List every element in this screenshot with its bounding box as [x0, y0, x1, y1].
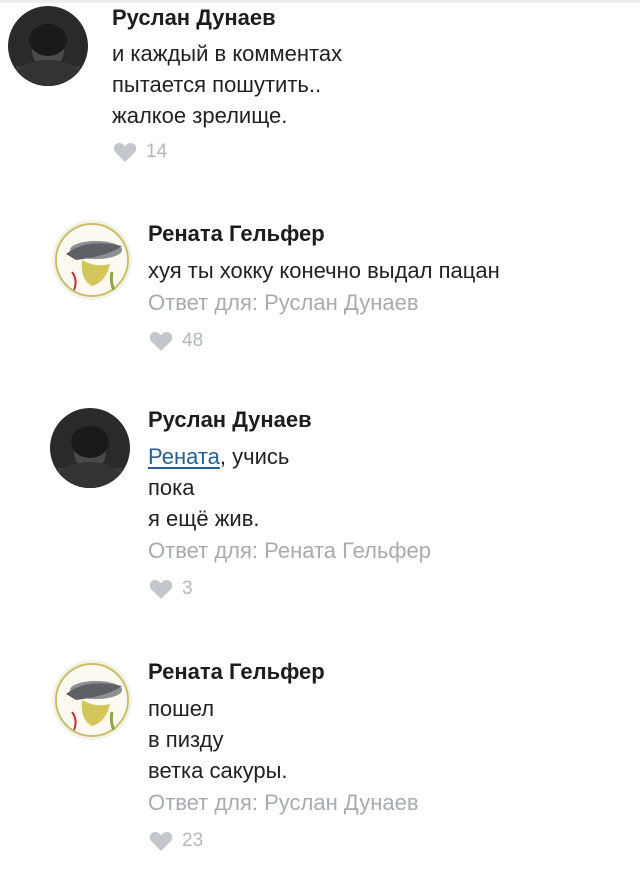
comment-text-line: жалкое зрелище. — [112, 103, 288, 128]
avatar[interactable] — [8, 6, 88, 86]
comment-text-line: ветка сакуры. — [148, 758, 288, 783]
reply-to-link[interactable]: Ответ для: Рената Гельфер — [148, 536, 431, 566]
avatar[interactable] — [52, 660, 132, 740]
comment-text-line: и каждый в комментах — [112, 41, 343, 66]
comment-text-line: пока — [148, 475, 195, 500]
like-count: 48 — [182, 330, 204, 351]
heart-icon — [149, 831, 173, 851]
reply-to-link[interactable]: Ответ для: Руслан Дунаев — [148, 788, 419, 818]
mention-link[interactable]: Рената — [148, 444, 220, 469]
like-button[interactable]: 23 — [148, 828, 419, 854]
reply-to-link[interactable]: Ответ для: Руслан Дунаев — [148, 288, 500, 318]
comment-author[interactable]: Рената Гельфер — [148, 658, 419, 686]
heart-icon — [149, 579, 173, 599]
comment-text-line: Рената, учись — [148, 441, 431, 472]
comment-author[interactable]: Руслан Дунаев — [148, 406, 431, 434]
comment-author[interactable]: Рената Гельфер — [148, 220, 500, 248]
comment-text-line: пошел — [148, 696, 215, 721]
comment-text-line: в пизду — [148, 727, 224, 752]
comment-text-rest: , учись — [219, 444, 290, 469]
heart-icon — [149, 331, 173, 351]
comment-text-line: я ещё жив. — [148, 506, 260, 531]
like-count: 3 — [182, 578, 193, 599]
like-button[interactable]: 14 — [112, 139, 342, 165]
like-button[interactable]: 3 — [148, 576, 431, 602]
comment-text-line: пытается пошутить.. — [112, 72, 322, 97]
like-count: 14 — [146, 141, 168, 162]
comment-author[interactable]: Руслан Дунаев — [112, 4, 342, 32]
avatar[interactable] — [52, 220, 132, 300]
heart-icon — [113, 142, 137, 162]
avatar[interactable] — [50, 408, 130, 488]
top-divider — [0, 0, 640, 3]
comment-text-line: хуя ты хокку конечно выдал пацан — [148, 258, 500, 283]
like-count: 23 — [182, 830, 204, 851]
like-button[interactable]: 48 — [148, 328, 500, 354]
